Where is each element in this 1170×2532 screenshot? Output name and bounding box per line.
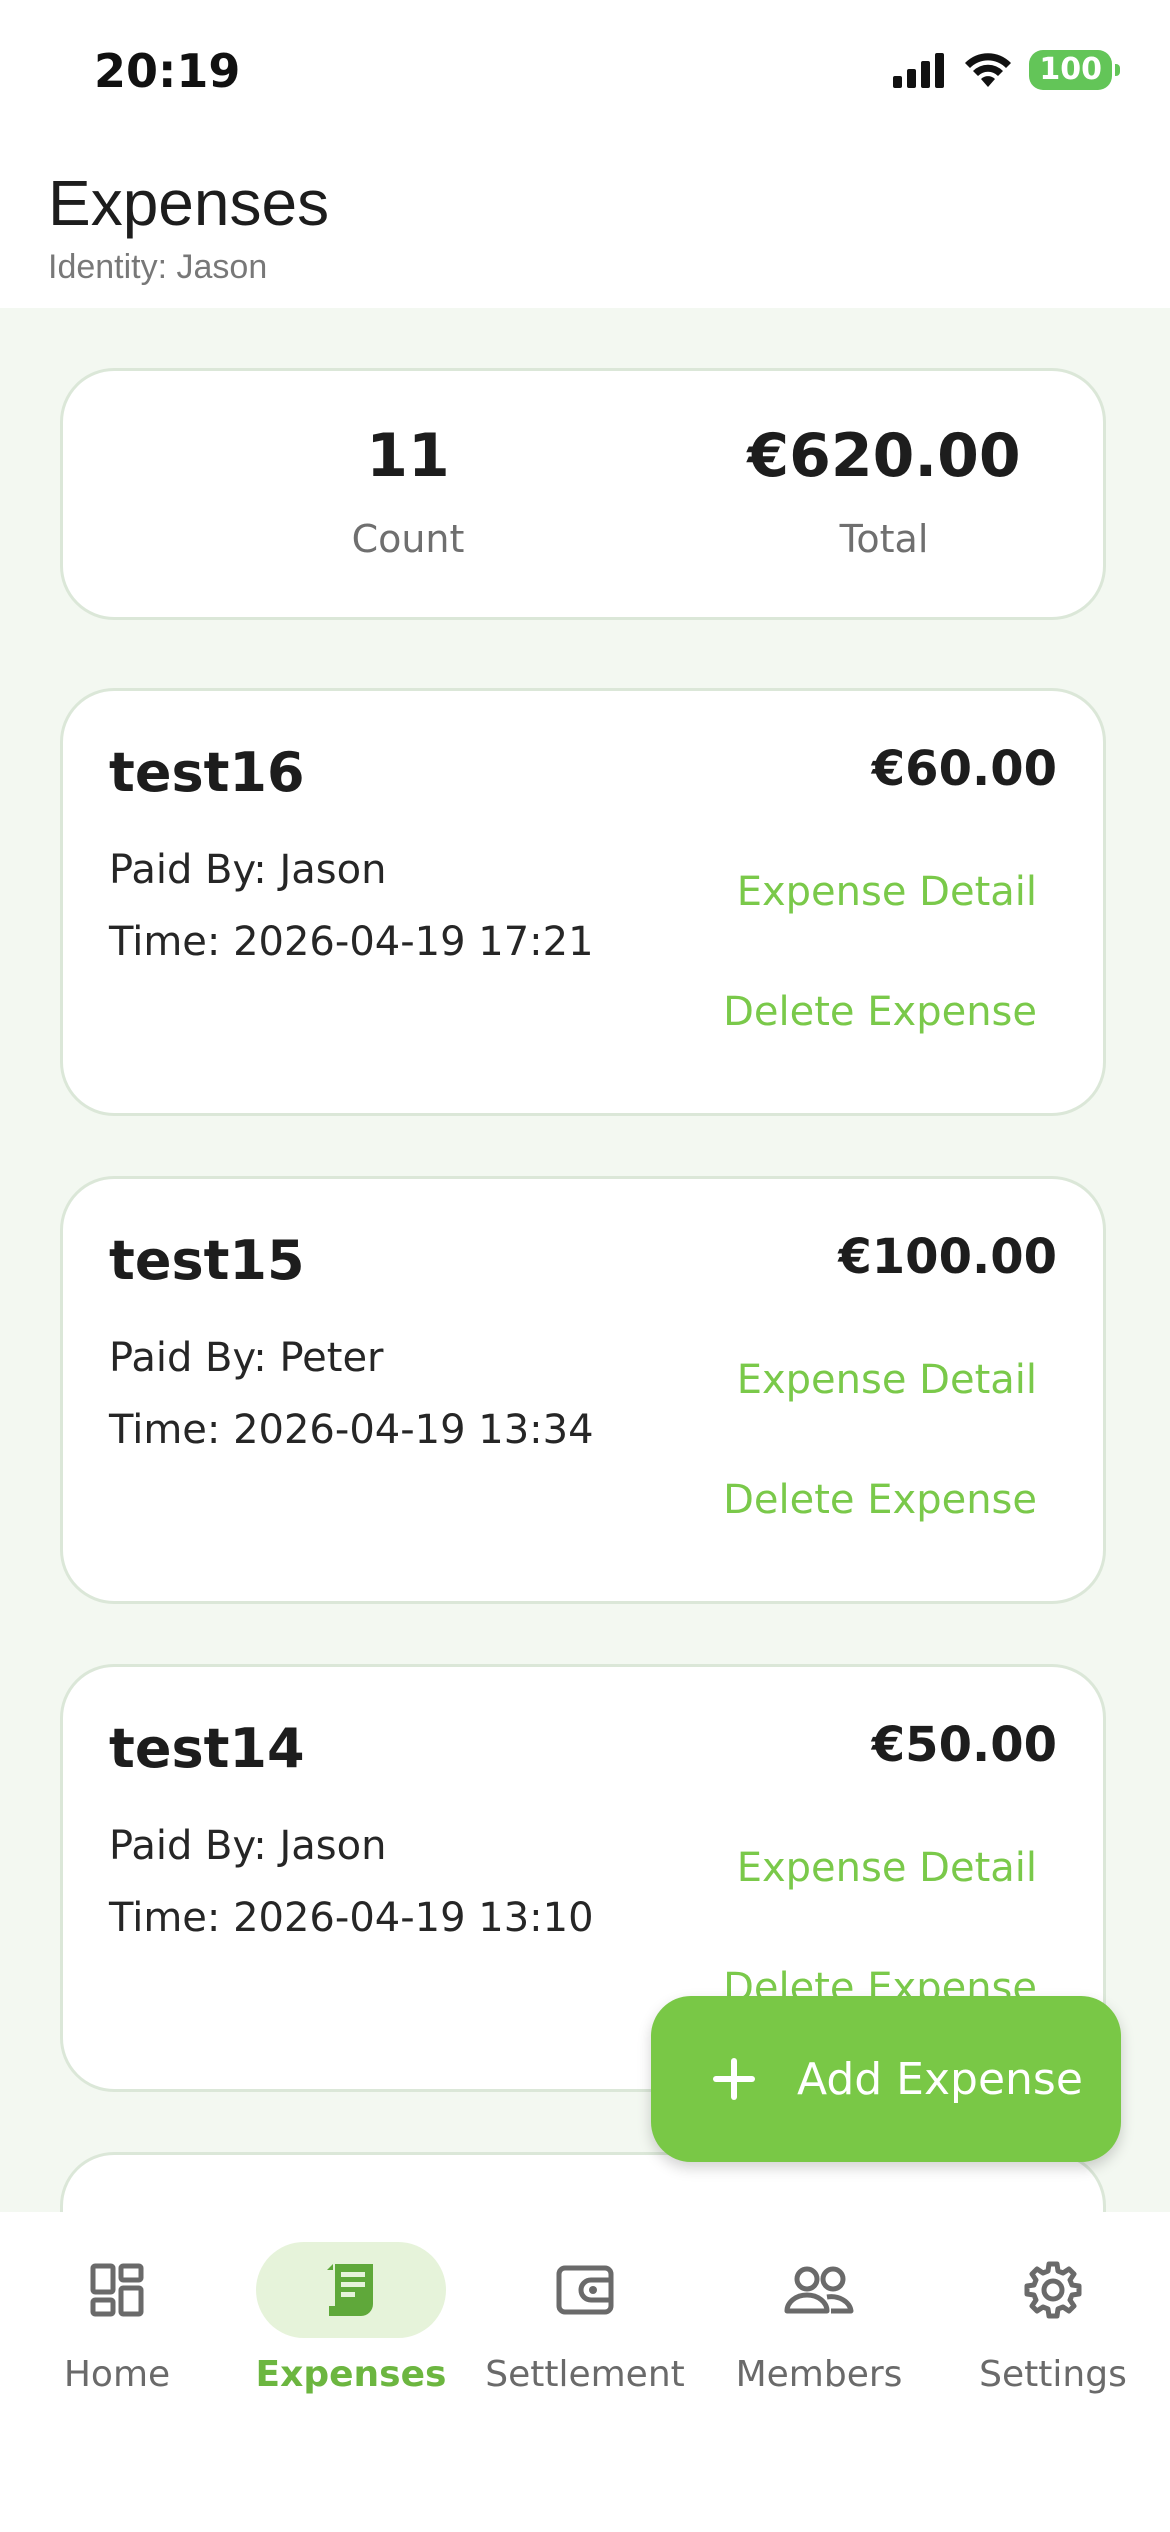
identity-label: Identity: Jason	[48, 248, 268, 286]
nav-members[interactable]: Members	[702, 2242, 936, 2395]
expense-time: Time: 2026-04-19 17:21	[109, 919, 594, 965]
count-stat: 11 Count	[238, 421, 578, 561]
expense-card: test16 €60.00 Paid By: Jason Time: 2026-…	[60, 688, 1106, 1116]
status-bar: 20:19 100	[0, 0, 1170, 140]
gear-icon	[1024, 2261, 1082, 2319]
expense-detail-button[interactable]: Expense Detail	[737, 1357, 1037, 1403]
receipt-icon	[327, 2264, 373, 2316]
battery-icon: 100	[1029, 50, 1120, 90]
nav-expenses-label: Expenses	[255, 2354, 447, 2395]
add-expense-label: Add Expense	[797, 2053, 1083, 2105]
nav-home[interactable]: Home	[0, 2242, 234, 2395]
wallet-icon	[556, 2265, 614, 2315]
signal-icon	[893, 53, 945, 88]
expense-card: test15 €100.00 Paid By: Peter Time: 2026…	[60, 1176, 1106, 1604]
delete-expense-button[interactable]: Delete Expense	[723, 1477, 1037, 1523]
total-stat: €620.00 Total	[714, 421, 1054, 561]
expense-paid-by: Paid By: Jason	[109, 847, 387, 893]
nav-settlement-label: Settlement	[485, 2354, 685, 2395]
expense-paid-by: Paid By: Peter	[109, 1335, 384, 1381]
expense-time: Time: 2026-04-19 13:10	[109, 1895, 594, 1941]
summary-card: 11 Count €620.00 Total	[60, 368, 1106, 620]
status-icons: 100	[893, 50, 1120, 90]
count-label: Count	[351, 517, 465, 561]
expense-detail-button[interactable]: Expense Detail	[737, 1845, 1037, 1891]
nav-expenses[interactable]: Expenses	[234, 2242, 468, 2395]
total-label: Total	[839, 517, 929, 561]
expense-detail-button[interactable]: Expense Detail	[737, 869, 1037, 915]
add-expense-button[interactable]: Add Expense	[651, 1996, 1121, 2162]
plus-icon	[713, 2058, 755, 2100]
nav-home-label: Home	[63, 2354, 171, 2395]
nav-settings[interactable]: Settings	[936, 2242, 1170, 2395]
app-header: Expenses Identity: Jason	[0, 140, 1170, 308]
expense-paid-by: Paid By: Jason	[109, 1823, 387, 1869]
expense-name: test14	[109, 1717, 305, 1780]
expense-amount: €100.00	[838, 1229, 1057, 1285]
nav-settings-label: Settings	[979, 2354, 1127, 2395]
nav-settlement[interactable]: Settlement	[468, 2242, 702, 2395]
bottom-nav: Home Expenses Settlement Members Setting…	[0, 2212, 1170, 2532]
expense-name: test15	[109, 1229, 305, 1292]
dashboard-icon	[90, 2263, 144, 2317]
count-value: 11	[366, 421, 450, 491]
total-value: €620.00	[747, 421, 1021, 491]
expense-amount: €60.00	[871, 741, 1057, 797]
nav-members-label: Members	[735, 2354, 903, 2395]
status-time: 20:19	[94, 44, 241, 98]
expense-amount: €50.00	[871, 1717, 1057, 1773]
wifi-icon	[965, 53, 1012, 87]
expense-time: Time: 2026-04-19 13:34	[109, 1407, 594, 1453]
people-icon	[784, 2266, 854, 2314]
delete-expense-button[interactable]: Delete Expense	[723, 989, 1037, 1035]
page-title: Expenses	[48, 167, 330, 239]
expense-name: test16	[109, 741, 305, 804]
expenses-list[interactable]: 11 Count €620.00 Total test16 €60.00 Pai…	[0, 308, 1170, 2212]
